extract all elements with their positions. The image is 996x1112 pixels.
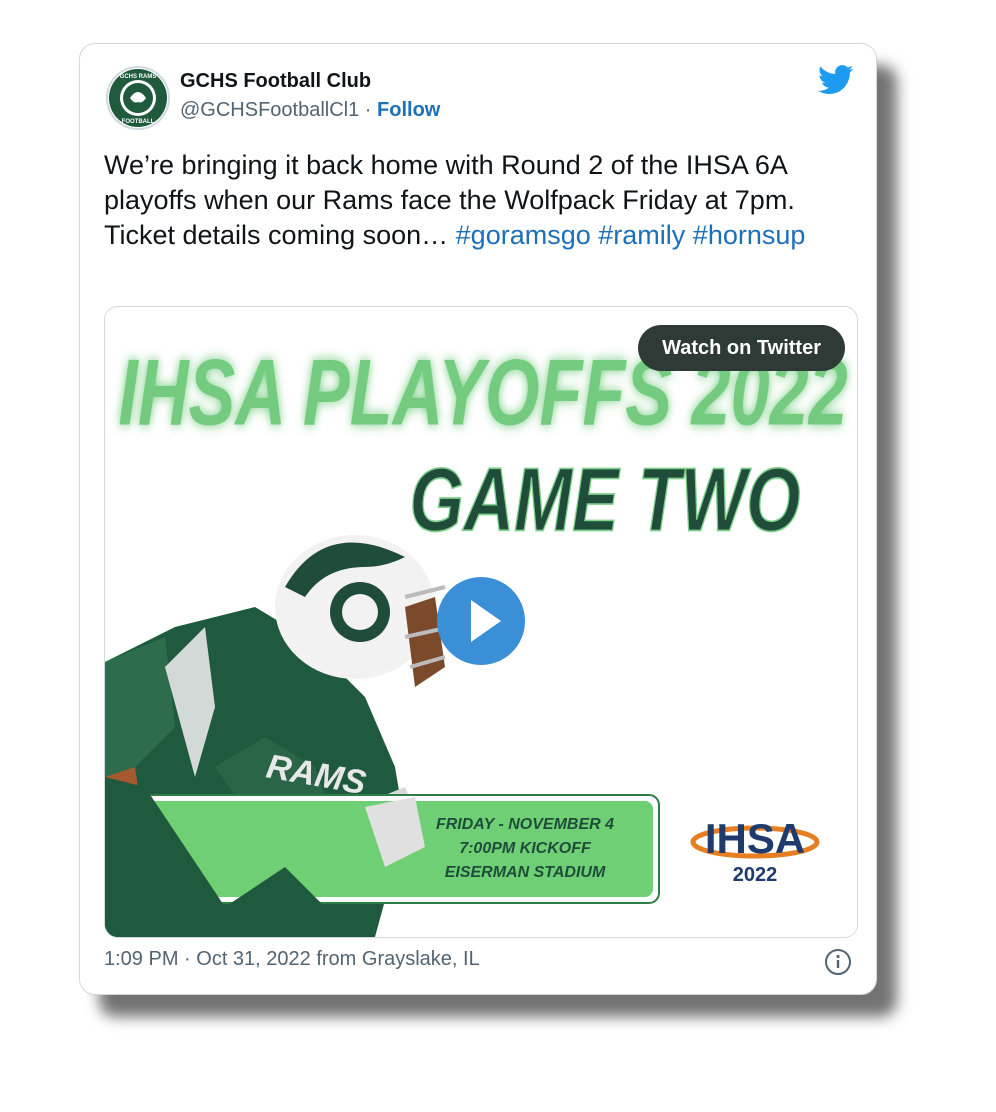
info-icon[interactable] [824, 948, 852, 976]
video-media[interactable]: IHSA PLAYOFFS 2022 GAME TWO RAMS 7 [104, 306, 858, 938]
event-date: FRIDAY - NOVEMBER 4 [436, 816, 614, 833]
watch-on-twitter-button[interactable]: Watch on Twitter [638, 325, 845, 371]
tweet-text: We’re bringing it back home with Round 2… [104, 148, 864, 253]
hashtag-hornsup[interactable]: #hornsup [693, 220, 806, 250]
event-venue: EISERMAN STADIUM [445, 864, 606, 881]
account-handle[interactable]: @GCHSFootballCl1 [180, 99, 359, 121]
hashtag-ramily[interactable]: #ramily [598, 220, 685, 250]
twitter-bird-icon[interactable] [818, 64, 854, 96]
ihsa-logo-year: 2022 [733, 864, 778, 886]
account-name[interactable]: GCHS Football Club [180, 70, 371, 93]
tweet-card: GCHS RAMS FOOTBALL GCHS Football Club @G… [79, 43, 877, 995]
tweet-timestamp[interactable]: 1:09 PM · Oct 31, 2022 from Grayslake, I… [104, 948, 480, 971]
subheadline-text: GAME TWO [409, 450, 800, 551]
handle-separator: · [359, 99, 378, 121]
tweet-body: We’re bringing it back home with Round 2… [104, 150, 795, 250]
handle-row: @GCHSFootballCl1 · Follow [180, 99, 440, 122]
play-button[interactable] [437, 577, 525, 665]
avatar-text-top: GCHS RAMS [120, 74, 157, 80]
avatar-logo: GCHS RAMS FOOTBALL [109, 69, 167, 127]
avatar[interactable]: GCHS RAMS FOOTBALL [106, 66, 170, 130]
play-icon [471, 600, 501, 642]
event-details: FRIDAY - NOVEMBER 4 7:00PM KICKOFF EISER… [436, 816, 614, 881]
avatar-text-bottom: FOOTBALL [122, 119, 155, 125]
ihsa-logo-text: IHSA [705, 815, 805, 862]
follow-button[interactable]: Follow [377, 99, 440, 121]
event-time: 7:00PM KICKOFF [459, 840, 592, 857]
hashtag-goramsgo[interactable]: #goramsgo [456, 220, 591, 250]
